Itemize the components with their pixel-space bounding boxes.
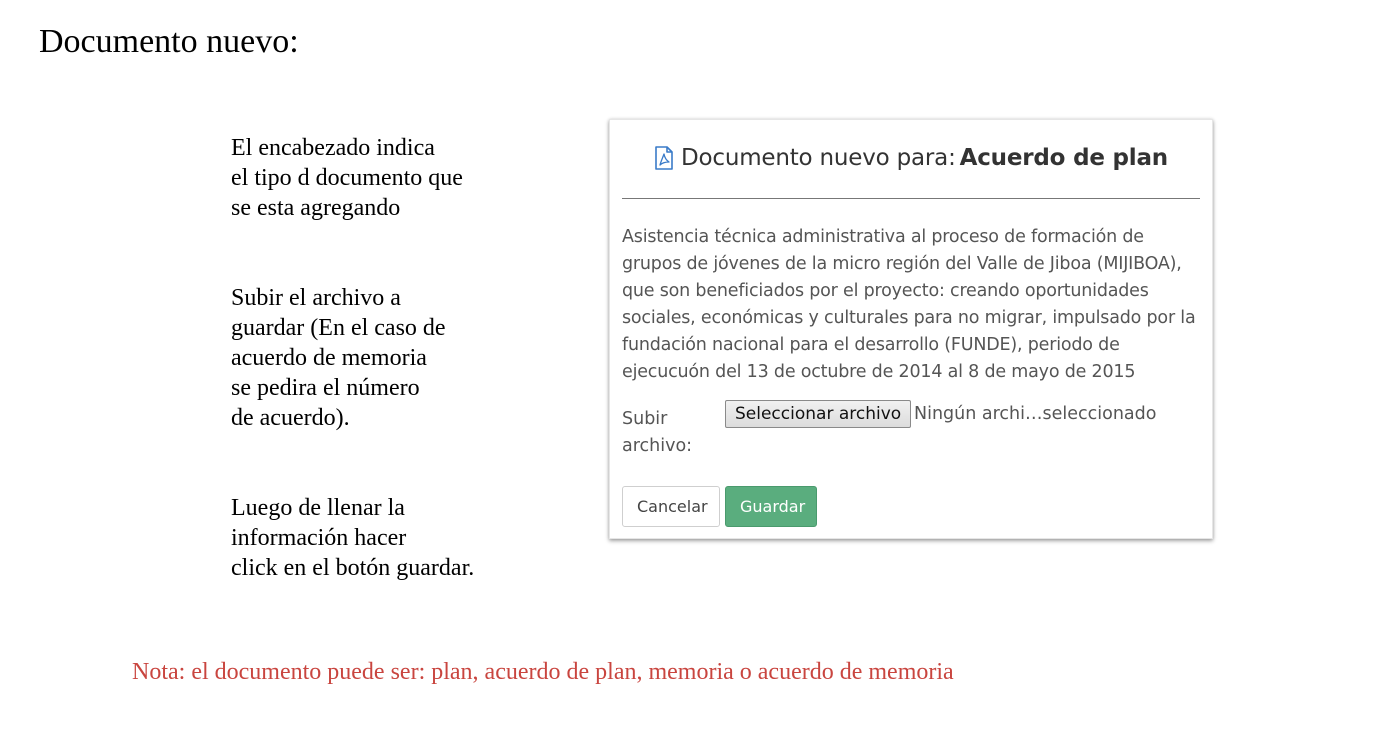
pdf-file-icon xyxy=(655,146,673,170)
explanation-save: Luego de llenar la información hacer cli… xyxy=(231,495,475,581)
modal-title-prefix: Documento nuevo para: xyxy=(681,145,956,171)
file-status: Ningún archi…seleccionado xyxy=(914,404,1157,424)
modal-title: Documento nuevo para: Acuerdo de plan xyxy=(654,142,1168,174)
file-label: Subir archivo: xyxy=(622,409,693,456)
document-type: Acuerdo de plan xyxy=(959,145,1169,171)
page-title: Documento nuevo: xyxy=(39,23,299,60)
project-description: Asistencia técnica administrativa al pro… xyxy=(622,227,1196,382)
new-document-modal: Documento nuevo para: Acuerdo de plan As… xyxy=(609,119,1213,539)
select-file-button[interactable]: Seleccionar archivo xyxy=(725,400,912,428)
explanation-upload: Subir el archivo a guardar (En el caso d… xyxy=(231,285,446,431)
note: Nota: el documento puede ser: plan, acue… xyxy=(132,659,954,685)
file-upload-row: Subir archivo: Seleccionar archivo Ningú… xyxy=(622,400,1202,462)
modal-header: Documento nuevo para: Acuerdo de plan xyxy=(622,142,1200,199)
explanation-header: El encabezado indica el tipo d documento… xyxy=(231,135,463,221)
save-button[interactable]: Guardar xyxy=(725,486,817,527)
cancel-button[interactable]: Cancelar xyxy=(622,486,720,527)
